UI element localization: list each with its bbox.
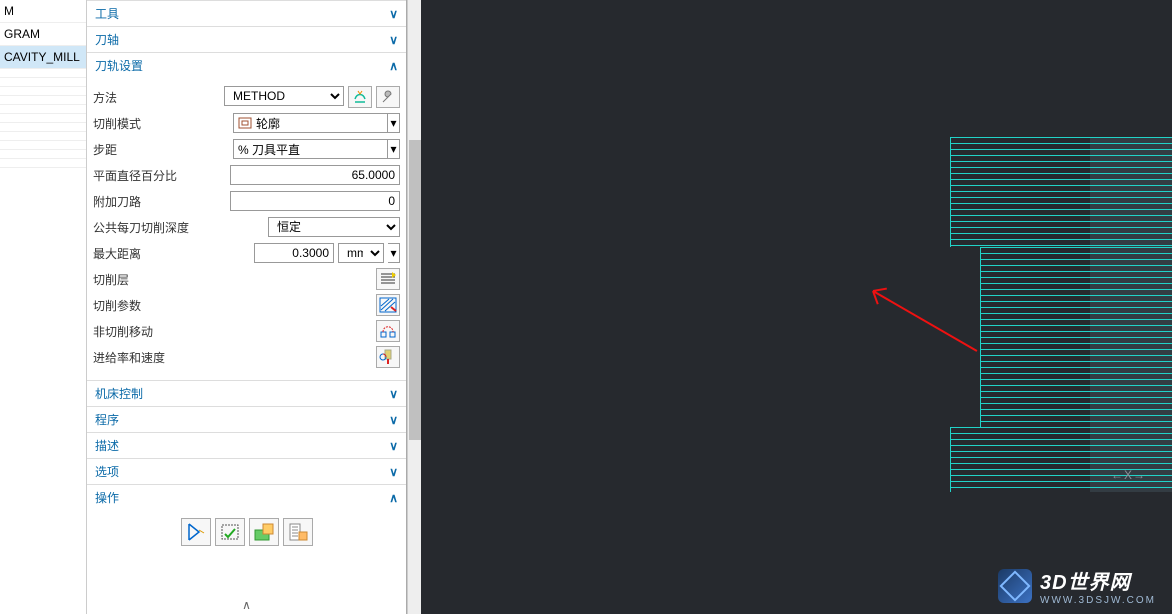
watermark-title: 3D世界网 bbox=[1040, 566, 1156, 595]
flat-pct-label: 平面直径百分比 bbox=[93, 167, 203, 184]
section-path[interactable]: 刀轨设置 ∧ bbox=[87, 52, 406, 78]
tree-item[interactable] bbox=[0, 114, 86, 123]
tree-item[interactable] bbox=[0, 96, 86, 105]
chevron-down-icon[interactable]: ▾ bbox=[388, 139, 400, 159]
max-dist-label: 最大距离 bbox=[93, 245, 203, 262]
stepover-combo[interactable]: % 刀具平直 ▾ bbox=[233, 139, 400, 159]
chevron-down-icon: ∨ bbox=[389, 7, 398, 21]
section-title: 描述 bbox=[95, 437, 119, 454]
chevron-down-icon: ∨ bbox=[389, 387, 398, 401]
method-label: 方法 bbox=[93, 89, 203, 106]
max-dist-unit-select[interactable]: mm bbox=[338, 243, 384, 263]
section-path-body: 方法 METHOD 切削模式 bbox=[87, 78, 406, 380]
toolpath-geometry bbox=[950, 137, 1172, 492]
panel-collapse-icon[interactable]: ∧ bbox=[87, 598, 406, 614]
tree-item[interactable] bbox=[0, 78, 86, 87]
dropdown-icon[interactable]: ▾ bbox=[388, 243, 400, 263]
tree-item[interactable] bbox=[0, 132, 86, 141]
tree-item[interactable] bbox=[0, 123, 86, 132]
section-title: 操作 bbox=[95, 489, 119, 506]
watermark-logo-icon bbox=[998, 569, 1032, 603]
extra-paths-label: 附加刀路 bbox=[93, 193, 203, 210]
cut-pattern-combo[interactable]: 轮廓 ▾ bbox=[233, 113, 400, 133]
tree-item[interactable] bbox=[0, 159, 86, 168]
global-depth-label: 公共每刀切削深度 bbox=[93, 219, 203, 236]
section-tool[interactable]: 工具 ∨ bbox=[87, 0, 406, 26]
method-select[interactable]: METHOD bbox=[224, 86, 344, 106]
section-options[interactable]: 选项 ∨ bbox=[87, 458, 406, 484]
watermark: 3D世界网 WWW.3DSJW.COM bbox=[998, 566, 1156, 606]
panel-scrollbar[interactable] bbox=[407, 0, 421, 614]
chevron-down-icon: ∨ bbox=[389, 465, 398, 479]
cut-pattern-value: 轮廓 bbox=[256, 115, 280, 132]
noncut-moves-label: 非切削移动 bbox=[93, 323, 203, 340]
tree-item[interactable] bbox=[0, 150, 86, 159]
section-axis[interactable]: 刀轴 ∨ bbox=[87, 26, 406, 52]
feed-speed-icon[interactable] bbox=[376, 346, 400, 368]
toolpath-lines bbox=[980, 247, 1172, 427]
watermark-url: WWW.3DSJW.COM bbox=[1040, 595, 1156, 606]
max-dist-input[interactable] bbox=[254, 243, 334, 263]
cut-levels-label: 切削层 bbox=[93, 271, 203, 288]
stepover-label: 步距 bbox=[93, 141, 203, 158]
tree-item[interactable] bbox=[0, 141, 86, 150]
section-title: 刀轨设置 bbox=[95, 57, 143, 74]
chevron-up-icon: ∧ bbox=[389, 491, 398, 505]
generate-icon[interactable] bbox=[181, 518, 211, 546]
section-title: 程序 bbox=[95, 411, 119, 428]
section-machine[interactable]: 机床控制 ∨ bbox=[87, 380, 406, 406]
operation-tree[interactable]: M GRAM CAVITY_MILL bbox=[0, 0, 87, 614]
section-title: 机床控制 bbox=[95, 385, 143, 402]
cut-params-label: 切削参数 bbox=[93, 297, 203, 314]
cut-pattern-label: 切削模式 bbox=[93, 115, 203, 132]
operation-actions bbox=[87, 510, 406, 558]
wrench-icon[interactable] bbox=[376, 86, 400, 108]
properties-panel: 工具 ∨ 刀轴 ∨ 刀轨设置 ∧ 方法 METHOD bbox=[87, 0, 407, 614]
feeds-speeds-label: 进给率和速度 bbox=[93, 349, 203, 366]
chevron-down-icon: ∨ bbox=[389, 413, 398, 427]
chevron-up-icon: ∧ bbox=[389, 59, 398, 73]
global-depth-select[interactable]: 恒定 bbox=[268, 217, 400, 237]
tree-item[interactable] bbox=[0, 105, 86, 114]
section-ops[interactable]: 操作 ∧ bbox=[87, 484, 406, 510]
chevron-down-icon: ∨ bbox=[389, 33, 398, 47]
link-moves-icon[interactable] bbox=[376, 320, 400, 342]
tree-item[interactable] bbox=[0, 69, 86, 78]
section-program[interactable]: 程序 ∨ bbox=[87, 406, 406, 432]
chevron-down-icon[interactable]: ▾ bbox=[388, 113, 400, 133]
toolpath-lines bbox=[950, 427, 1172, 492]
scrollbar-thumb[interactable] bbox=[409, 140, 421, 440]
tree-item[interactable]: M bbox=[0, 0, 86, 23]
profile-icon bbox=[238, 116, 252, 130]
hatch-icon[interactable] bbox=[376, 294, 400, 316]
section-desc[interactable]: 描述 ∨ bbox=[87, 432, 406, 458]
tree-item[interactable] bbox=[0, 87, 86, 96]
graphics-viewport[interactable]: ZM XM YM ←X→ 3D世界网 WWW.3DSJW.COM bbox=[421, 0, 1172, 614]
section-title: 选项 bbox=[95, 463, 119, 480]
levels-icon[interactable] bbox=[376, 268, 400, 290]
section-title: 刀轴 bbox=[95, 31, 119, 48]
simulate-icon[interactable] bbox=[249, 518, 279, 546]
extra-paths-input[interactable] bbox=[230, 191, 400, 211]
list-icon[interactable] bbox=[283, 518, 313, 546]
flat-pct-input[interactable] bbox=[230, 165, 400, 185]
x-indicator: ←X→ bbox=[1111, 468, 1146, 482]
stepover-value: % 刀具平直 bbox=[238, 141, 300, 158]
coolant-icon[interactable] bbox=[348, 86, 372, 108]
chevron-down-icon: ∨ bbox=[389, 439, 398, 453]
section-title: 工具 bbox=[95, 5, 119, 22]
toolpath-lines bbox=[950, 137, 1172, 247]
tree-item-selected[interactable]: CAVITY_MILL bbox=[0, 46, 86, 69]
tree-item[interactable]: GRAM bbox=[0, 23, 86, 46]
verify-icon[interactable] bbox=[215, 518, 245, 546]
